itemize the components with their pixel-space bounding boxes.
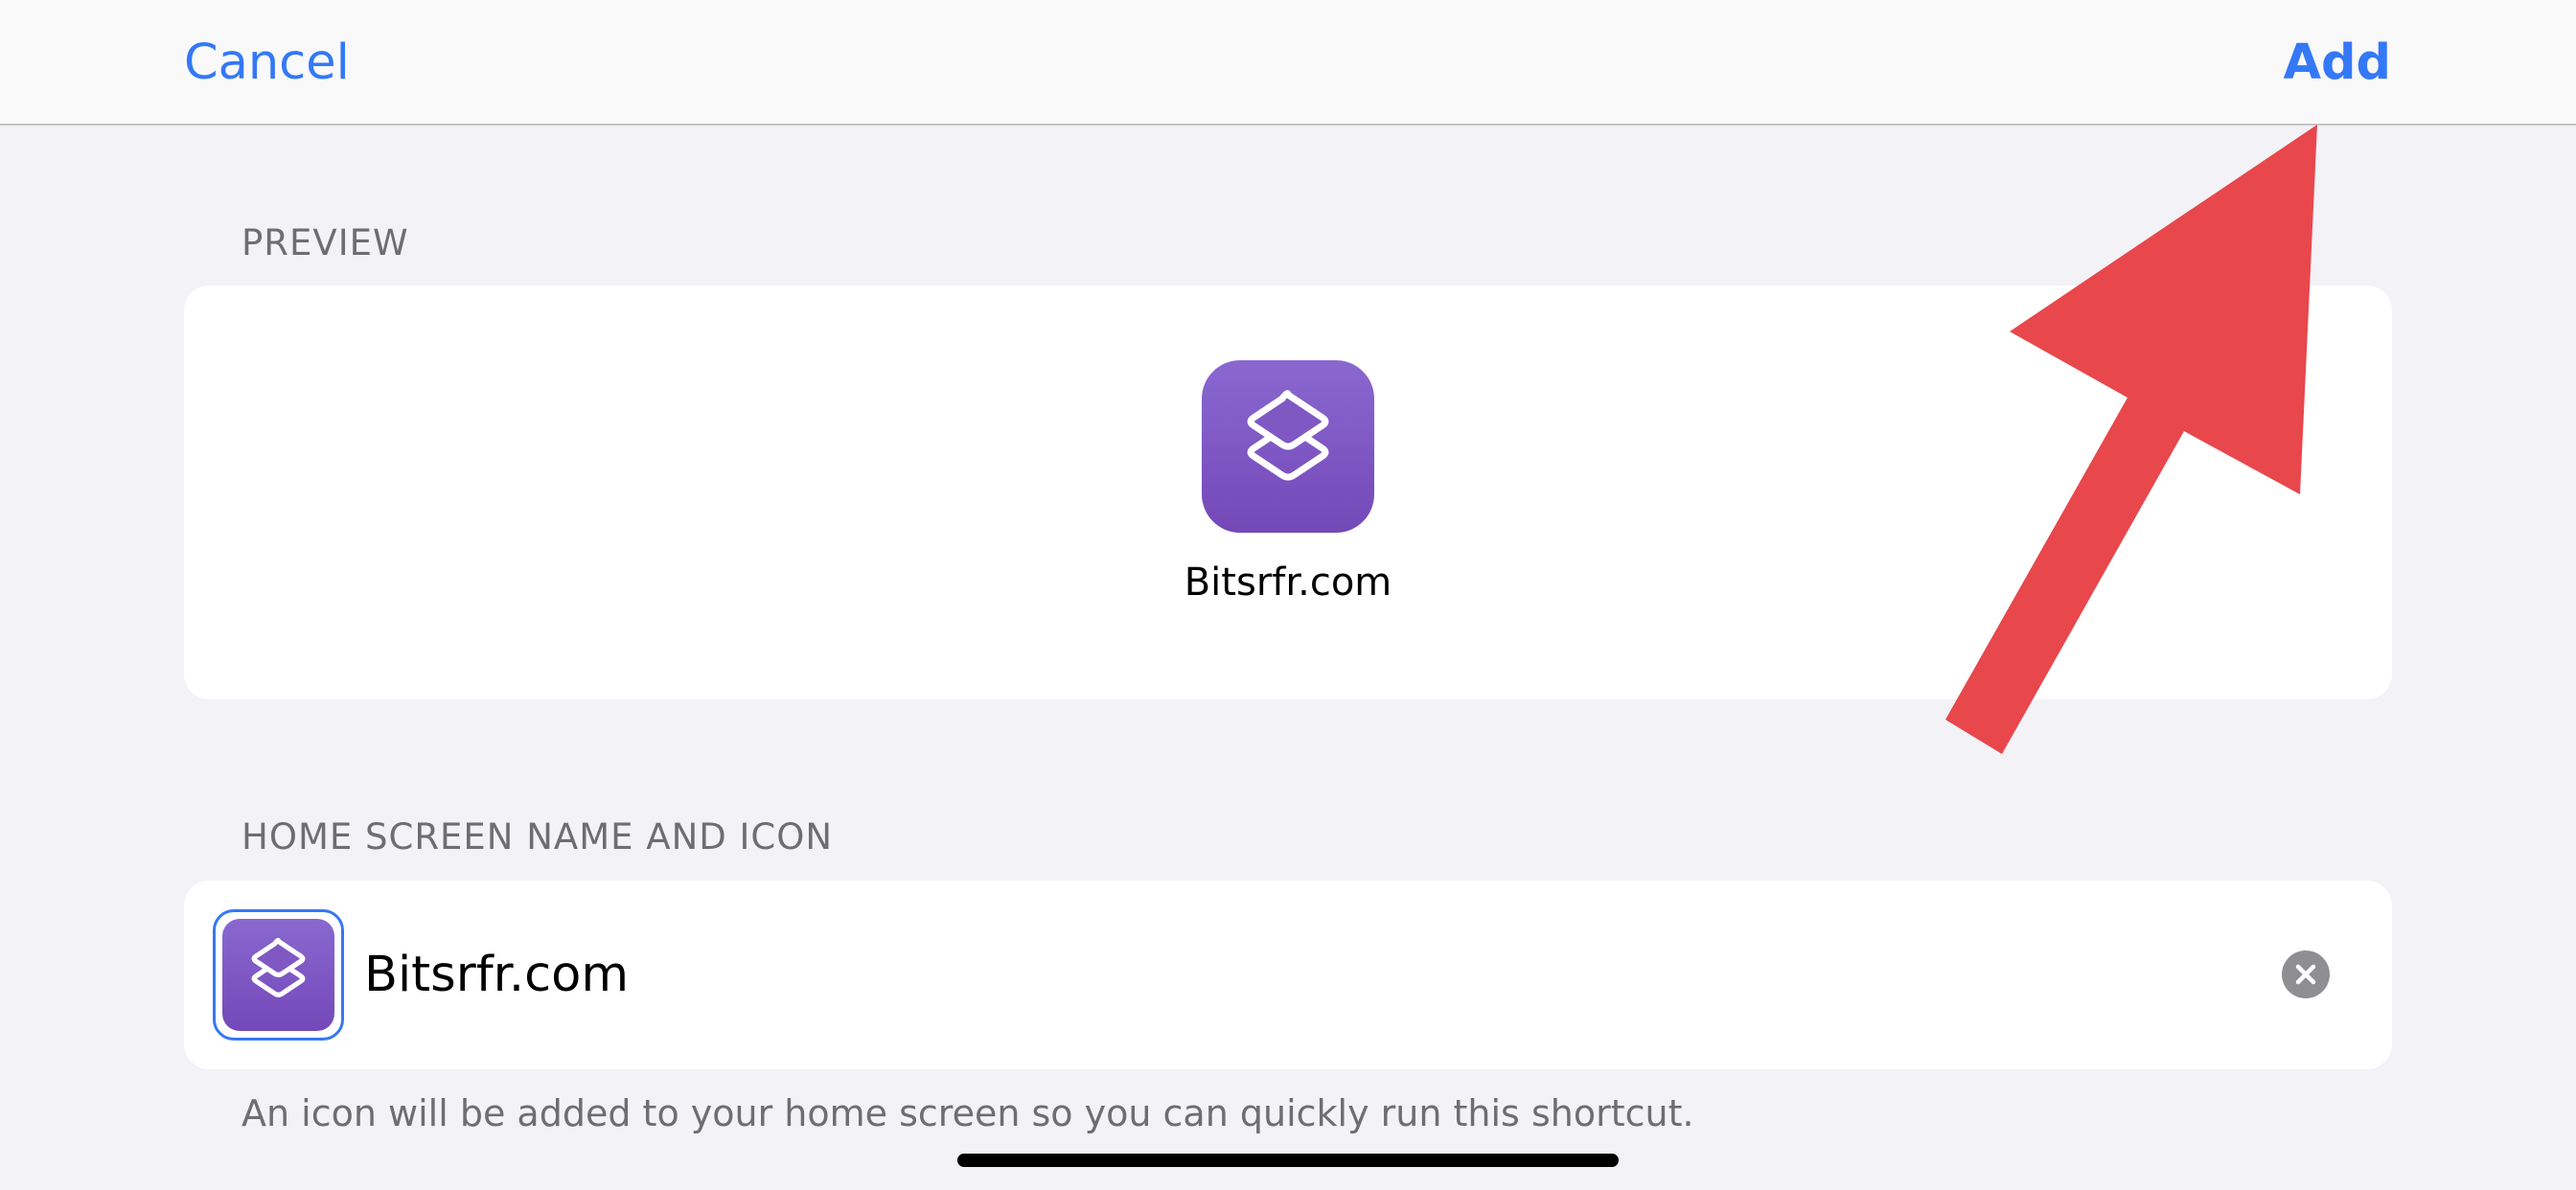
shortcuts-layers-icon bbox=[1202, 360, 1374, 533]
preview-section-header: PREVIEW bbox=[242, 222, 409, 263]
home-screen-section-header: HOME SCREEN NAME AND ICON bbox=[242, 816, 834, 858]
home-screen-name-field[interactable]: Bitsrfr.com bbox=[364, 941, 2185, 1010]
icon-picker-button[interactable] bbox=[213, 909, 344, 1041]
home-screen-footer-note: An icon will be added to your home scree… bbox=[242, 1092, 1694, 1134]
cancel-button[interactable]: Cancel bbox=[184, 29, 350, 98]
home-indicator bbox=[957, 1154, 1619, 1167]
clear-x-icon[interactable] bbox=[2282, 950, 2330, 998]
navigation-bar: Cancel Add bbox=[0, 0, 2576, 126]
preview-app-name: Bitsrfr.com bbox=[1184, 561, 1392, 605]
shortcuts-layers-icon bbox=[222, 919, 334, 1031]
add-button[interactable]: Add bbox=[2284, 29, 2391, 98]
